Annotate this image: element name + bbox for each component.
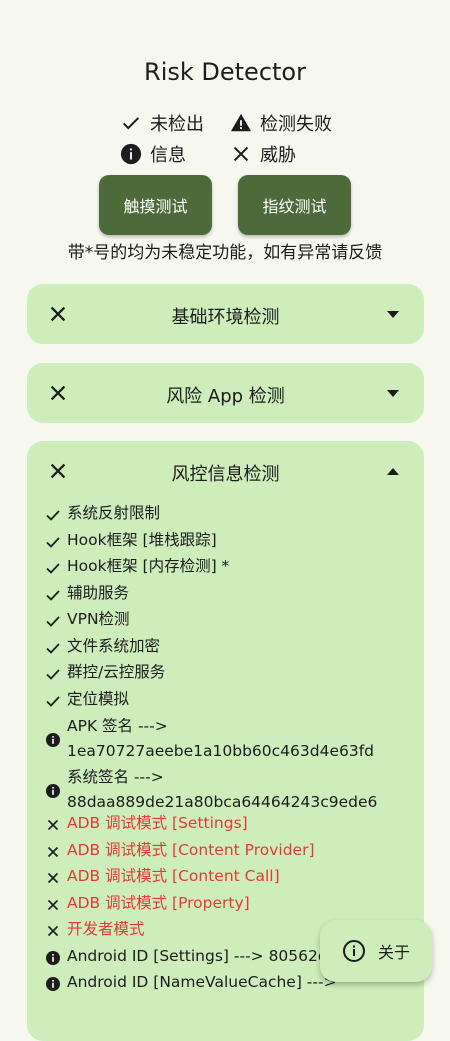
risk-item: Android ID [Settings] ---> 80562d5 xyxy=(45,944,338,969)
card-title: 基础环境检测 xyxy=(171,307,280,328)
info-icon xyxy=(45,949,61,965)
about-label: 关于 xyxy=(377,943,410,962)
caret-up-icon xyxy=(387,468,399,475)
risk-item: Hook框架 [内存检测] * xyxy=(45,554,229,579)
risk-item: ADB 调试模式 [Content Call] xyxy=(45,864,280,889)
about-button[interactable]: 关于 xyxy=(320,920,432,982)
risk-item-text: ADB 调试模式 [Property] xyxy=(67,894,250,912)
check-icon xyxy=(45,506,61,522)
threat-icon xyxy=(45,922,61,938)
check-icon xyxy=(45,692,61,708)
check-icon xyxy=(122,117,140,130)
info-icon xyxy=(45,975,61,991)
legend-threat: 威胁 xyxy=(230,141,296,167)
legend-not-detected-label: 未检出 xyxy=(150,114,204,135)
touch-test-button[interactable]: 触摸测试 xyxy=(99,175,212,235)
fingerprint-test-button[interactable]: 指纹测试 xyxy=(238,175,351,235)
risk-item-text: 文件系统加密 xyxy=(67,637,161,655)
risk-item-text: Android ID [NameValueCache] ---> xyxy=(67,973,337,991)
risk-item-text: 辅助服务 xyxy=(67,584,130,602)
risk-item-text: 定位模拟 xyxy=(67,690,130,708)
check-icon xyxy=(45,639,61,655)
risk-item-text: 系统反射限制 xyxy=(67,504,161,522)
risk-item: 系统签名 ---> 88daa889de21a80bca64464243c9ed… xyxy=(45,765,377,815)
card-title: 风险 App 检测 xyxy=(166,386,285,407)
risk-item: ADB 调试模式 [Settings] xyxy=(45,811,248,836)
app-title: Risk Detector xyxy=(144,58,306,86)
card-header[interactable]: 风控信息检测 xyxy=(27,441,424,501)
legend-threat-label: 威胁 xyxy=(260,145,296,166)
risk-item: Android ID [NameValueCache] ---> xyxy=(45,970,337,995)
threat-icon xyxy=(45,816,61,832)
risk-item: ADB 调试模式 [Content Provider] xyxy=(45,838,315,863)
risk-item-text: Hook框架 [堆栈跟踪] xyxy=(67,531,217,549)
risk-item: Hook框架 [堆栈跟踪] xyxy=(45,528,217,553)
risk-item: 辅助服务 xyxy=(45,581,129,606)
risk-item: VPN检测 xyxy=(45,607,130,632)
legend-detect-failed: 检测失败 xyxy=(230,110,332,136)
risk-item-text: APK 签名 ---> 1ea70727aeebe1a10bb60c463d4e… xyxy=(67,717,374,760)
risk-item: 群控/云控服务 xyxy=(45,660,165,685)
check-icon xyxy=(45,586,61,602)
threat-icon xyxy=(45,869,61,885)
risk-item: ADB 调试模式 [Property] xyxy=(45,891,250,916)
card-title: 风控信息检测 xyxy=(171,464,280,485)
risk-item-text: ADB 调试模式 [Content Call] xyxy=(67,867,280,885)
check-icon xyxy=(45,533,61,549)
risk-item-text: VPN检测 xyxy=(67,610,130,628)
card-risk-app[interactable]: 风险 App 检测 xyxy=(27,363,424,423)
legend-info-label: 信息 xyxy=(150,145,186,166)
risk-item-text: 系统签名 ---> 88daa889de21a80bca64464243c9ed… xyxy=(67,768,378,811)
risk-item: 文件系统加密 xyxy=(45,634,160,659)
risk-item-text: ADB 调试模式 [Settings] xyxy=(67,814,248,832)
legend-detect-failed-label: 检测失败 xyxy=(260,114,332,135)
info-outline-icon xyxy=(342,940,365,962)
card-header[interactable]: 风险 App 检测 xyxy=(27,363,424,423)
risk-item-text: Hook框架 [内存检测] * xyxy=(67,557,230,575)
risk-item-text: 开发者模式 xyxy=(67,920,145,938)
risk-item: APK 签名 ---> 1ea70727aeebe1a10bb60c463d4e… xyxy=(45,714,374,764)
warning-icon xyxy=(230,113,252,132)
threat-icon xyxy=(45,896,61,912)
check-icon xyxy=(45,665,61,681)
risk-item-text: ADB 调试模式 [Content Provider] xyxy=(67,841,315,859)
unstable-feature-note: 带*号的均为未稳定功能，如有异常请反馈 xyxy=(67,243,383,263)
card-header[interactable]: 基础环境检测 xyxy=(27,284,424,344)
info-icon xyxy=(45,731,61,747)
caret-down-icon xyxy=(387,390,399,397)
risk-item: 开发者模式 xyxy=(45,917,145,942)
info-icon xyxy=(45,782,61,798)
check-icon xyxy=(45,559,61,575)
legend-info: 信息 xyxy=(120,141,186,167)
risk-item-text: 群控/云控服务 xyxy=(67,663,166,681)
threat-icon xyxy=(45,843,61,859)
close-icon xyxy=(233,146,249,162)
check-icon xyxy=(45,612,61,628)
risk-item: 定位模拟 xyxy=(45,687,129,712)
risk-item: 系统反射限制 xyxy=(45,501,160,526)
card-basic-environment[interactable]: 基础环境检测 xyxy=(27,284,424,344)
risk-item-text: Android ID [Settings] ---> 80562d5 xyxy=(67,947,338,965)
legend-not-detected: 未检出 xyxy=(120,110,204,136)
caret-down-icon xyxy=(387,311,399,318)
info-icon xyxy=(120,143,142,165)
